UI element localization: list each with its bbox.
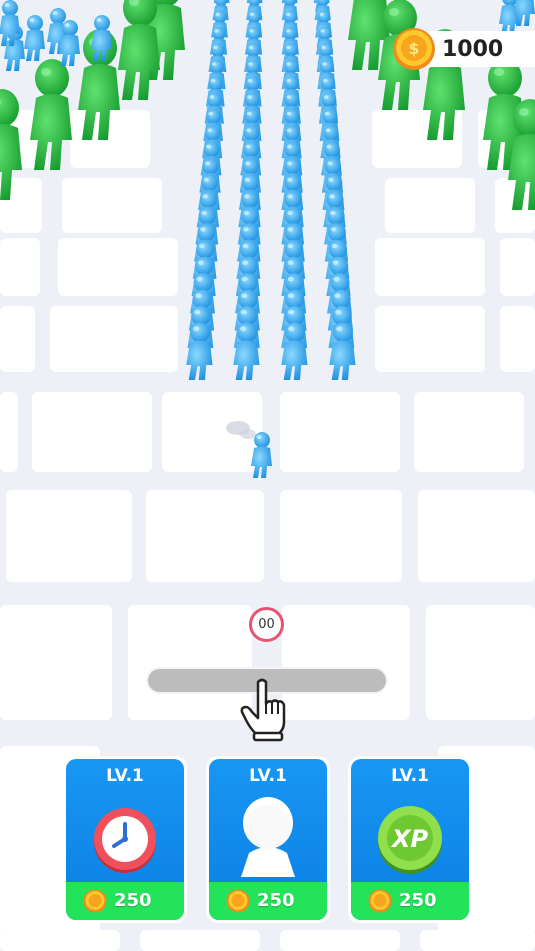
- card-level: LV.1: [106, 766, 144, 786]
- card-price-bar: 250: [66, 882, 184, 920]
- pointing-hand-icon: [240, 678, 286, 742]
- svg-text:XP: XP: [390, 825, 429, 853]
- card-price: 250: [114, 890, 152, 911]
- svg-text:$: $: [408, 39, 419, 58]
- card-level: LV.1: [249, 766, 287, 786]
- gold-coin-icon: $: [393, 28, 435, 70]
- card-price-bar: 250: [209, 882, 327, 920]
- card-price-bar: 250: [351, 882, 469, 920]
- clock-icon: [94, 808, 156, 873]
- coin-amount: 1000: [442, 37, 504, 62]
- xp-coin-icon: XP: [378, 806, 442, 874]
- upgrade-card-xp[interactable]: LV.1 XP 250: [348, 756, 472, 923]
- card-level: LV.1: [391, 766, 429, 786]
- card-price: 250: [257, 890, 295, 911]
- card-price: 250: [399, 890, 437, 911]
- upgrade-card-time[interactable]: LV.1 250: [63, 756, 187, 923]
- upgrade-card-crowd[interactable]: LV.1 250: [206, 756, 330, 923]
- timer-badge: 00: [249, 607, 284, 642]
- stickman-icon: [241, 797, 295, 877]
- gold-coin-icon: [83, 889, 107, 913]
- gold-coin-icon: [368, 889, 392, 913]
- gold-coin-icon: [226, 889, 250, 913]
